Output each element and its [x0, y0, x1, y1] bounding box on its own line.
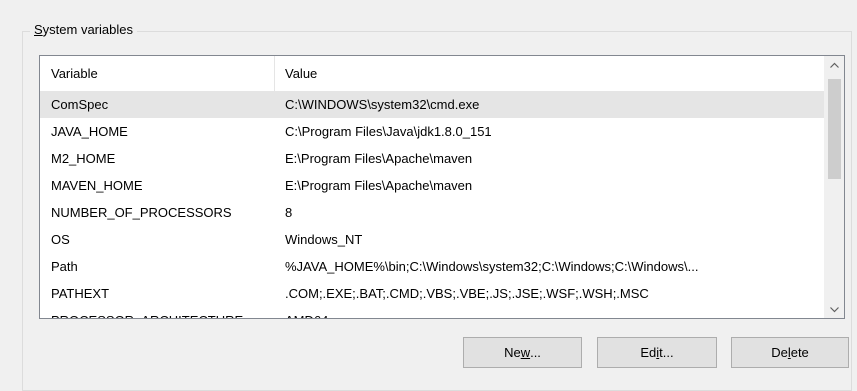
- variable-name-cell: ComSpec: [51, 97, 109, 112]
- new-button-mnemonic: w: [520, 345, 531, 360]
- new-button-label-post: ...: [530, 345, 541, 360]
- column-divider[interactable]: [274, 56, 275, 91]
- delete-button-label-post: ete: [790, 345, 809, 360]
- new-button-label-pre: Ne: [504, 345, 521, 360]
- variable-name-cell: NUMBER_OF_PROCESSORS: [51, 205, 232, 220]
- variable-value-cell: %JAVA_HOME%\bin;C:\Windows\system32;C:\W…: [285, 259, 699, 274]
- variable-value-cell: Windows_NT: [285, 232, 363, 247]
- new-button[interactable]: Ne w...: [463, 337, 582, 368]
- variable-value-cell: C:\Program Files\Java\jdk1.8.0_151: [285, 124, 492, 139]
- table-row[interactable]: M2_HOME E:\Program Files\Apache\maven: [40, 145, 825, 172]
- table-row[interactable]: PROCESSOR_ARCHITECTURE AMD64: [40, 307, 825, 318]
- variable-name-cell: OS: [51, 232, 70, 247]
- variable-value-cell: E:\Program Files\Apache\maven: [285, 178, 473, 193]
- edit-button-label-post: t...: [659, 345, 674, 360]
- table-row[interactable]: OS Windows_NT: [40, 226, 825, 253]
- delete-button-label-pre: De: [771, 345, 788, 360]
- variable-name-cell: Path: [51, 259, 78, 274]
- system-variables-mnemonic: S: [34, 22, 43, 37]
- delete-button[interactable]: De l ete: [731, 337, 849, 368]
- column-header-variable[interactable]: Variable: [51, 56, 98, 91]
- table-row[interactable]: MAVEN_HOME E:\Program Files\Apache\maven: [40, 172, 825, 199]
- system-variables-label-rest: ystem variables: [42, 22, 133, 37]
- table-row[interactable]: ComSpec C:\WINDOWS\system32\cmd.exe: [40, 91, 825, 118]
- chevron-down-icon[interactable]: [825, 301, 844, 318]
- edit-button-label-pre: Ed: [640, 345, 657, 360]
- variable-value-cell: AMD64: [285, 307, 328, 318]
- variable-value-cell: C:\WINDOWS\system32\cmd.exe: [285, 97, 480, 112]
- variable-name-cell: JAVA_HOME: [51, 124, 128, 139]
- column-header-value[interactable]: Value: [285, 56, 317, 91]
- table-row[interactable]: NUMBER_OF_PROCESSORS 8: [40, 199, 825, 226]
- system-variables-label: System variables: [30, 22, 137, 38]
- table-row[interactable]: Path %JAVA_HOME%\bin;C:\Windows\system32;…: [40, 253, 825, 280]
- table-row[interactable]: PATHEXT .COM;.EXE;.BAT;.CMD;.VBS;.VBE;.JS…: [40, 280, 825, 307]
- variable-value-cell: E:\Program Files\Apache\maven: [285, 151, 473, 166]
- variable-name-cell: PATHEXT: [51, 286, 110, 301]
- variable-name-cell: PROCESSOR_ARCHITECTURE: [51, 307, 243, 318]
- list-header: Variable Value: [40, 56, 825, 91]
- variable-value-cell: .COM;.EXE;.BAT;.CMD;.VBS;.VBE;.JS;.JSE;.…: [285, 286, 649, 301]
- edit-button[interactable]: Ed i t...: [597, 337, 717, 368]
- system-variables-list[interactable]: Variable Value ComSpec C:\WINDOWS\system3…: [39, 55, 845, 319]
- table-row[interactable]: JAVA_HOME C:\Program Files\Java\jdk1.8.0_…: [40, 118, 825, 145]
- vertical-scrollbar[interactable]: [824, 56, 844, 318]
- scrollbar-thumb[interactable]: [828, 79, 841, 179]
- variable-name-cell: M2_HOME: [51, 151, 116, 166]
- list-rows: ComSpec C:\WINDOWS\system32\cmd.exe JAVA_H…: [40, 91, 825, 318]
- chevron-up-icon[interactable]: [825, 56, 844, 73]
- variable-value-cell: 8: [285, 205, 293, 220]
- variable-name-cell: MAVEN_HOME: [51, 178, 143, 193]
